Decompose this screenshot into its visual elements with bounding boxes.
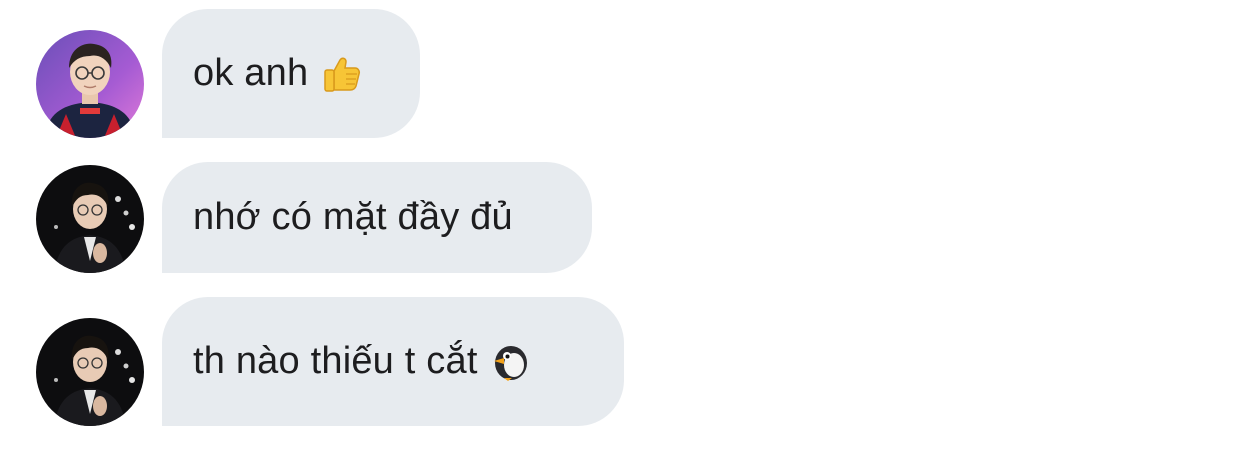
avatar-user-dark: [36, 165, 144, 273]
message-text: th nào thiếu t cắt: [193, 340, 478, 382]
chat-thread: ok anh nhớ có mặt đầy đủ th nào thiếu t …: [0, 0, 1242, 453]
message-bubble[interactable]: ok anh: [162, 9, 420, 138]
avatar[interactable]: [36, 165, 144, 273]
avatar-user-jersey: [36, 30, 144, 138]
thumbs-up-icon: [320, 52, 364, 96]
avatar[interactable]: [36, 30, 144, 138]
message-text: ok anh: [193, 52, 309, 94]
avatar-user-dark: [36, 318, 144, 426]
message-text: nhớ có mặt đầy đủ: [193, 196, 513, 238]
avatar[interactable]: [36, 318, 144, 426]
message-bubble[interactable]: nhớ có mặt đầy đủ: [162, 162, 592, 273]
message-bubble[interactable]: th nào thiếu t cắt: [162, 297, 624, 426]
penguin-icon: [490, 341, 532, 383]
